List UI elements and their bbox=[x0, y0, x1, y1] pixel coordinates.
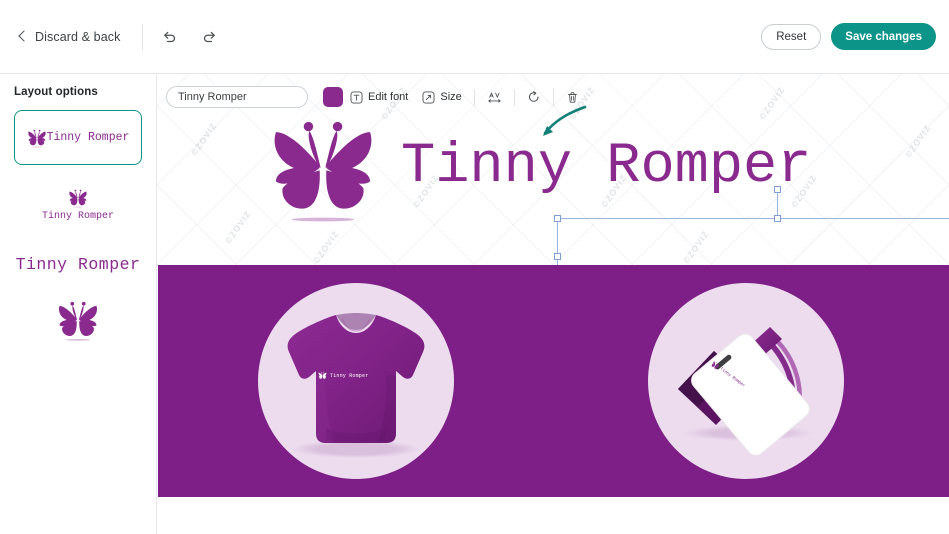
layout-option-icon-only[interactable] bbox=[14, 291, 142, 349]
watermark: ©ZOVIZ bbox=[680, 228, 711, 265]
resize-arrow-icon bbox=[422, 91, 435, 103]
delete-button[interactable] bbox=[559, 86, 586, 108]
trash-icon bbox=[567, 91, 577, 103]
tshirt-mockup: Tinny Romper bbox=[258, 283, 454, 479]
butterfly-icon bbox=[56, 298, 100, 342]
save-changes-button[interactable]: Save changes bbox=[831, 23, 936, 50]
butterfly-icon bbox=[27, 128, 47, 148]
toolbar-divider bbox=[552, 88, 554, 106]
size-button[interactable]: Size bbox=[415, 86, 468, 108]
reset-button[interactable]: Reset bbox=[761, 23, 822, 50]
text-box-icon bbox=[350, 91, 363, 103]
layout-option-label: Tinny Romper bbox=[15, 254, 141, 274]
butterfly-icon[interactable] bbox=[267, 112, 379, 224]
watermark: ©ZOVIZ bbox=[188, 120, 219, 158]
layout-option-label: Tinny Romper bbox=[41, 211, 114, 222]
redo-button[interactable] bbox=[197, 25, 221, 49]
id-badge-mockup: Tinny Romper bbox=[648, 283, 844, 479]
edit-font-label: Edit font bbox=[368, 91, 409, 103]
tshirt-logo-text: Tinny Romper bbox=[330, 372, 369, 379]
tshirt-illustration bbox=[287, 313, 425, 458]
toolbar-divider bbox=[513, 88, 515, 106]
layout-option-icon-left-text[interactable]: Tinny Romper bbox=[14, 110, 142, 165]
layout-option-text-only[interactable]: Tinny Romper bbox=[14, 243, 142, 285]
layout-options-sidebar: Layout options Tinny Romper Tinny Romper… bbox=[0, 74, 157, 534]
element-toolbar: Edit font Size bbox=[166, 83, 949, 111]
history-buttons bbox=[157, 25, 221, 49]
undo-button[interactable] bbox=[157, 25, 181, 49]
watermark: ©ZOVIZ bbox=[222, 208, 253, 246]
logo-name-input[interactable] bbox=[166, 86, 308, 108]
color-swatch-button[interactable] bbox=[323, 87, 343, 107]
resize-handle-middle-left[interactable] bbox=[554, 252, 561, 260]
tshirt-logo: Tinny Romper bbox=[318, 371, 368, 380]
top-bar: Discard & back Reset Save changes bbox=[0, 0, 949, 74]
toolbar-divider bbox=[473, 88, 475, 106]
sidebar-title: Layout options bbox=[14, 86, 98, 98]
badge-illustration bbox=[678, 327, 814, 456]
edit-font-button[interactable]: Edit font bbox=[343, 86, 415, 108]
butterfly-icon bbox=[68, 188, 88, 208]
rotate-icon bbox=[528, 91, 539, 102]
layout-option-label: Tinny Romper bbox=[46, 131, 130, 144]
top-bar-actions: Reset Save changes bbox=[761, 23, 936, 50]
logo-composition: Tinny Romper bbox=[267, 112, 811, 224]
redo-icon bbox=[203, 31, 215, 43]
watermark: ©ZOVIZ bbox=[902, 122, 933, 160]
butterfly-icon bbox=[318, 371, 327, 379]
letter-spacing-button[interactable] bbox=[480, 86, 509, 108]
logo-editor-app: Discard & back Reset Save changes Layout… bbox=[0, 0, 949, 534]
discard-and-back-label: Discard & back bbox=[35, 29, 121, 44]
chevron-left-icon bbox=[17, 31, 28, 42]
discard-and-back-button[interactable]: Discard & back bbox=[13, 17, 124, 57]
letter-spacing-icon bbox=[488, 92, 501, 103]
undo-icon bbox=[164, 31, 176, 43]
editor-canvas: Edit font Size bbox=[157, 74, 949, 534]
layout-option-icon-above-text[interactable]: Tinny Romper bbox=[14, 175, 142, 235]
mockup-banner: Tinny Romper Tinny Romper bbox=[158, 265, 949, 497]
logo-text[interactable]: Tinny Romper bbox=[401, 137, 811, 198]
rotate-button[interactable] bbox=[520, 86, 548, 108]
size-label: Size bbox=[440, 91, 462, 103]
watermark: ©ZOVIZ bbox=[310, 228, 341, 265]
selection-bounding-box bbox=[554, 186, 949, 265]
toolbar-divider bbox=[142, 23, 144, 50]
